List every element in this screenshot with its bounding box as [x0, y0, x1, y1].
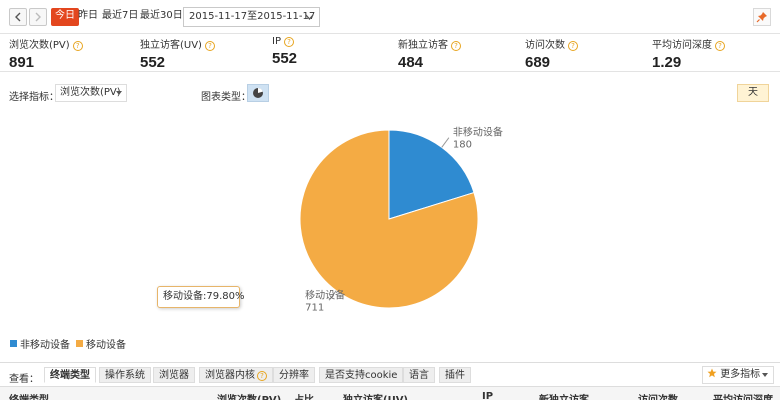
slice-value-label: 711 — [305, 302, 324, 313]
tabbar-label: 查看： — [9, 374, 39, 385]
next-button[interactable] — [29, 8, 47, 26]
column-header[interactable]: 浏览次数(PV) — [217, 391, 281, 400]
metric-selector-label: 选择指标： — [9, 92, 59, 103]
metric-selector-value: 浏览次数(PV) — [60, 87, 121, 98]
caret-down-icon — [116, 91, 122, 95]
pie-chart-icon — [253, 88, 263, 98]
metric-label: 新独立访客 — [398, 40, 448, 51]
column-header[interactable]: 新独立访客 — [539, 391, 589, 400]
tab-browser-engine[interactable]: 浏览器内核? — [199, 367, 273, 383]
legend-item-non-mobile[interactable]: 非移动设备 — [10, 336, 70, 351]
more-metrics-button[interactable]: 更多指标 — [702, 366, 774, 384]
legend-item-mobile[interactable]: 移动设备 — [76, 336, 126, 351]
help-icon[interactable]: ? — [715, 41, 725, 51]
metric-label: 浏览次数(PV) — [9, 40, 70, 51]
legend-label: 非移动设备 — [20, 340, 70, 351]
pie-chart: 非移动设备180 移动设备711 — [299, 126, 503, 313]
tab-label: 浏览器内核 — [205, 370, 255, 381]
metrics-summary: 浏览次数(PV)? 891 独立访客(UV)? 552 IP? 552 新独立访… — [0, 34, 780, 72]
prev-button[interactable] — [9, 8, 27, 26]
tab-browser[interactable]: 浏览器 — [153, 367, 195, 383]
metric-label: 平均访问深度 — [652, 40, 712, 51]
column-header[interactable]: 独立访客(UV) — [343, 391, 408, 400]
range-7days-button[interactable]: 最近7日 — [99, 8, 141, 26]
column-header[interactable]: 访问次数 — [638, 391, 678, 400]
date-range-picker[interactable]: 2015-11-17至2015-11-17 — [183, 7, 320, 27]
slice-name-label: 非移动设备 — [453, 126, 503, 139]
star-icon — [707, 368, 717, 378]
pin-button[interactable] — [753, 8, 771, 26]
chart-type-pie-button[interactable] — [247, 84, 269, 102]
chart-legend: 非移动设备 移动设备 — [10, 336, 132, 351]
metric-value: 689 — [525, 54, 551, 71]
metric-ip: IP? 552 — [272, 34, 297, 72]
granularity-day-button[interactable]: 天 — [737, 84, 769, 102]
chevron-left-icon — [15, 12, 21, 22]
dimension-tabbar: 查看： 终端类型 操作系统 浏览器 浏览器内核? 分辨率 是否支持cookie … — [0, 362, 780, 386]
table-header: 终端类型 浏览次数(PV) 占比 独立访客(UV) IP 新独立访客 访问次数 … — [0, 386, 780, 400]
column-header[interactable]: 平均访问深度 — [713, 391, 773, 400]
slice-value-label: 180 — [453, 140, 472, 151]
chart-type-label: 图表类型： — [201, 92, 251, 103]
tab-resolution[interactable]: 分辨率 — [273, 367, 315, 383]
metric-new-visitors: 新独立访客? 484 — [398, 34, 461, 72]
metric-value: 552 — [272, 50, 298, 67]
slice-name-label: 移动设备 — [305, 288, 345, 301]
legend-label: 移动设备 — [86, 340, 126, 351]
tab-language[interactable]: 语言 — [403, 367, 435, 383]
caret-down-icon — [762, 373, 768, 377]
metric-selector[interactable]: 浏览次数(PV) — [55, 84, 127, 102]
range-yesterday-button[interactable]: 昨日 — [75, 8, 101, 26]
toolbar: 今日 昨日 最近7日 最近30日 2015-11-17至2015-11-17 — [0, 0, 780, 34]
metric-uv: 独立访客(UV)? 552 — [140, 34, 215, 72]
tab-terminal-type[interactable]: 终端类型 — [44, 367, 96, 383]
help-icon[interactable]: ? — [257, 371, 267, 381]
metric-label: 独立访客(UV) — [140, 40, 202, 51]
help-icon[interactable]: ? — [204, 41, 215, 51]
tab-cookie[interactable]: 是否支持cookie — [319, 367, 404, 383]
column-header[interactable]: 终端类型 — [9, 391, 49, 400]
tab-os[interactable]: 操作系统 — [99, 367, 151, 383]
chevron-right-icon — [35, 12, 41, 22]
metric-value: 552 — [140, 54, 166, 71]
metric-label: IP — [272, 36, 281, 47]
legend-swatch — [76, 340, 83, 347]
chart-tooltip: 移动设备:79.80% — [157, 286, 245, 308]
metric-value: 891 — [9, 54, 35, 71]
legend-swatch — [10, 340, 17, 347]
metric-label: 访问次数 — [525, 40, 565, 51]
date-range-text: 2015-11-17至2015-11-17 — [189, 11, 316, 22]
help-icon[interactable]: ? — [568, 41, 578, 51]
metric-avg-depth: 平均访问深度? 1.29 — [652, 34, 725, 72]
metric-value: 1.29 — [652, 54, 682, 71]
chevron-down-icon — [305, 14, 314, 20]
tab-plugins[interactable]: 插件 — [439, 367, 471, 383]
label-leader-line — [441, 137, 450, 148]
column-header[interactable]: 占比 — [294, 391, 314, 400]
help-icon[interactable]: ? — [451, 41, 461, 51]
pin-icon — [756, 12, 767, 23]
metric-pv: 浏览次数(PV)? 891 — [9, 34, 83, 72]
metric-visits: 访问次数? 689 — [525, 34, 578, 72]
range-30days-button[interactable]: 最近30日 — [137, 8, 186, 26]
help-icon[interactable]: ? — [283, 37, 294, 47]
metric-value: 484 — [398, 54, 424, 71]
help-icon[interactable]: ? — [72, 41, 83, 51]
column-header[interactable]: IP — [482, 391, 493, 400]
more-metrics-label: 更多指标 — [720, 369, 761, 380]
